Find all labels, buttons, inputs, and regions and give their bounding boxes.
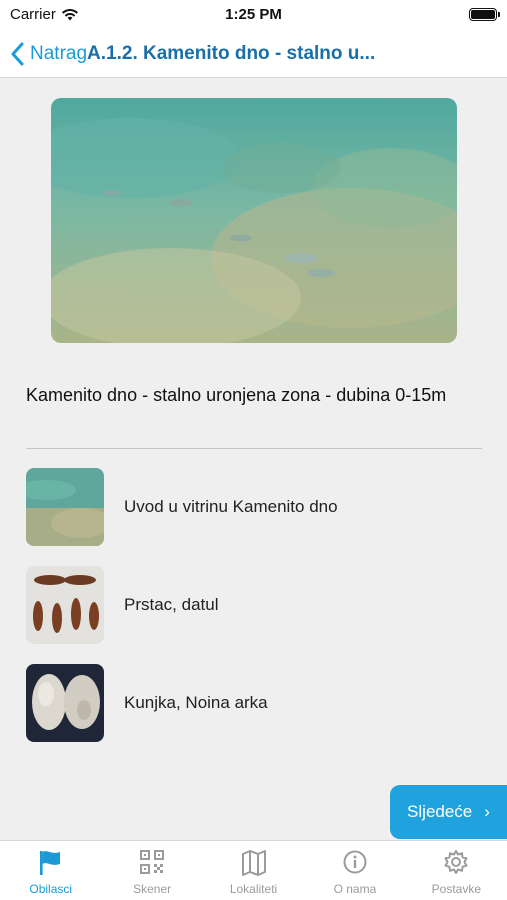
tab-label: Postavke	[431, 882, 481, 896]
list-item[interactable]: Prstac, datul	[26, 566, 482, 644]
exhibit-list: Uvod u vitrinu Kamenito dno Prstac, datu…	[26, 468, 482, 762]
chevron-left-icon	[11, 42, 24, 65]
list-item-label: Kunjka, Noina arka	[124, 693, 268, 712]
tab-postavke[interactable]: Postavke	[406, 841, 507, 900]
underwater-thumbnail-icon	[26, 468, 104, 546]
next-button-label: Sljedeće	[407, 802, 473, 821]
list-item[interactable]: Uvod u vitrinu Kamenito dno	[26, 468, 482, 546]
list-item-label: Uvod u vitrinu Kamenito dno	[124, 497, 338, 516]
tab-label: O nama	[333, 882, 377, 896]
battery-icon	[469, 8, 500, 21]
gear-icon	[444, 850, 468, 874]
info-icon	[343, 850, 367, 874]
qr-code-icon	[140, 850, 165, 874]
hero-image	[51, 98, 457, 343]
divider	[26, 448, 482, 449]
list-item-label: Prstac, datul	[124, 595, 219, 614]
navigation-bar: Natrag A.1.2. Kamenito dno - stalno u...	[0, 30, 507, 78]
section-description: Kamenito dno - stalno uronjena zona - du…	[26, 385, 447, 405]
tab-label: Skener	[133, 882, 172, 896]
noah-ark-shell-thumbnail-icon	[26, 664, 104, 742]
tab-lokaliteti[interactable]: Lokaliteti	[203, 841, 304, 900]
tab-label: Lokaliteti	[229, 882, 278, 896]
status-bar: Carrier 1:25 PM	[0, 0, 507, 30]
chevron-right-icon: ›	[484, 802, 490, 821]
tab-obilasci[interactable]: Obilasci	[0, 841, 101, 900]
tab-skener[interactable]: Skener	[101, 841, 202, 900]
back-label: Natrag	[30, 42, 88, 64]
date-mussel-thumbnail-icon	[26, 566, 104, 644]
page-title: A.1.2. Kamenito dno - stalno u...	[87, 42, 376, 64]
list-item[interactable]: Kunjka, Noina arka	[26, 664, 482, 742]
tab-o-nama[interactable]: O nama	[304, 841, 405, 900]
back-button[interactable]: Natrag	[0, 42, 87, 66]
tab-label: Obilasci	[29, 882, 73, 896]
tab-bar: Obilasci Skener Lokaliteti O nama Postav…	[0, 840, 507, 900]
flag-icon	[39, 851, 60, 875]
next-button[interactable]: Sljedeće ›	[390, 785, 507, 839]
map-icon	[241, 850, 266, 876]
status-time: 1:25 PM	[225, 6, 282, 23]
